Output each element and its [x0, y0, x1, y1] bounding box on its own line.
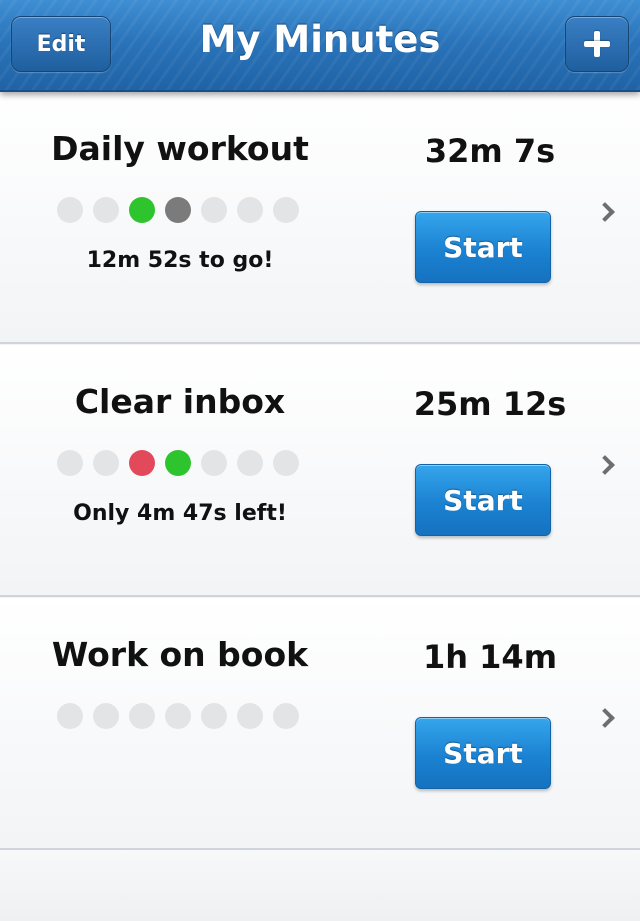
progress-dot [201, 450, 227, 476]
progress-dot [201, 197, 227, 223]
progress-dot [237, 703, 263, 729]
add-timer-button[interactable] [565, 16, 629, 72]
progress-dot [129, 703, 155, 729]
chevron-right-icon[interactable] [595, 455, 615, 475]
timer-title: Daily workout [51, 129, 309, 168]
progress-dot [93, 703, 119, 729]
timer-duration: 32m 7s [424, 132, 556, 170]
progress-dot [93, 197, 119, 223]
time-remaining: Only 4m 47s left! [73, 501, 287, 526]
timer-row-clear-inbox[interactable]: Clear inbox Only 4m 47s left! 25m 12s St… [0, 345, 640, 597]
progress-dots [57, 703, 309, 729]
timer-row-work-on-book[interactable]: Work on book 1h 14m Start [0, 598, 640, 850]
page-title: My Minutes [199, 18, 441, 61]
time-remaining: 12m 52s to go! [86, 248, 274, 273]
plus-icon [584, 31, 610, 57]
progress-dots [57, 197, 309, 223]
timer-duration: 25m 12s [413, 385, 567, 423]
start-button[interactable]: Start [415, 464, 551, 536]
progress-dot [237, 197, 263, 223]
timer-list: Daily workout 12m 52s to go! 32m 7s Star… [0, 92, 640, 921]
progress-dot [165, 197, 191, 223]
progress-dot [273, 197, 299, 223]
progress-dot [273, 450, 299, 476]
progress-dot [237, 450, 263, 476]
progress-dot [57, 450, 83, 476]
progress-dot [165, 450, 191, 476]
progress-dot [165, 703, 191, 729]
timer-title: Work on book [51, 635, 309, 674]
timer-title: Clear inbox [74, 382, 286, 421]
chevron-right-icon[interactable] [595, 202, 615, 222]
start-button[interactable]: Start [415, 211, 551, 283]
start-button[interactable]: Start [415, 717, 551, 789]
timer-row-daily-workout[interactable]: Daily workout 12m 52s to go! 32m 7s Star… [0, 92, 640, 344]
empty-row [0, 850, 640, 921]
progress-dot [201, 703, 227, 729]
progress-dot [129, 197, 155, 223]
navigation-bar: Edit My Minutes [0, 0, 640, 92]
progress-dot [57, 703, 83, 729]
timer-duration: 1h 14m [422, 638, 558, 676]
chevron-right-icon[interactable] [595, 708, 615, 728]
progress-dot [93, 450, 119, 476]
progress-dots [57, 450, 309, 476]
progress-dot [129, 450, 155, 476]
progress-dot [273, 703, 299, 729]
progress-dot [57, 197, 83, 223]
